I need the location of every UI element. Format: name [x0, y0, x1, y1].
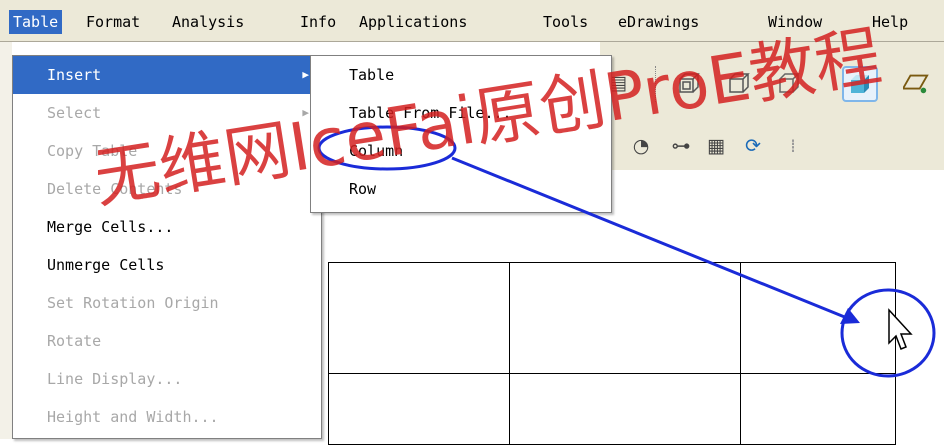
drawing-table[interactable]: [328, 262, 896, 445]
menu-help[interactable]: Help: [868, 10, 912, 34]
menu-item-merge-cells[interactable]: Merge Cells...: [13, 208, 321, 246]
grid-icon[interactable]: ⁞: [780, 133, 806, 159]
table-cell[interactable]: [328, 373, 510, 445]
plane-icon[interactable]: [903, 70, 929, 96]
menu-bar: Table Format Analysis Info Applications …: [0, 0, 944, 42]
table-icon[interactable]: ▦: [703, 133, 729, 159]
insert-submenu: Table Table From File... Column Row: [310, 55, 612, 213]
toolbar-separator: [655, 66, 657, 102]
menu-analysis[interactable]: Analysis: [168, 10, 248, 34]
menu-item-height-width[interactable]: Height and Width...: [13, 398, 321, 436]
regenerate-icon[interactable]: ⟳: [740, 133, 766, 159]
menu-item-set-rotation-origin[interactable]: Set Rotation Origin: [13, 284, 321, 322]
table-cell[interactable]: [328, 262, 510, 374]
menu-item-label: Select: [47, 104, 102, 122]
menu-format[interactable]: Format: [82, 10, 144, 34]
menu-item-insert[interactable]: Insert ▶: [13, 56, 321, 94]
menu-info[interactable]: Info: [296, 10, 340, 34]
menu-item-label: Insert: [47, 66, 102, 84]
tree-icon[interactable]: ⊶: [668, 133, 694, 159]
cube-wireframe-icon[interactable]: [726, 70, 752, 96]
menu-tools[interactable]: Tools: [539, 10, 592, 34]
cube-wireframe-icon[interactable]: [676, 70, 702, 96]
menu-item-line-display[interactable]: Line Display...: [13, 360, 321, 398]
cube-shaded-icon[interactable]: [842, 66, 878, 102]
menu-item-rotate[interactable]: Rotate: [13, 322, 321, 360]
submenu-item-row[interactable]: Row: [311, 170, 611, 208]
menu-item-delete-contents[interactable]: Delete Contents: [13, 170, 321, 208]
menu-item-select[interactable]: Select ▶: [13, 94, 321, 132]
table-menu: Insert ▶ Select ▶ Copy Table Delete Conten…: [12, 55, 322, 439]
menu-item-unmerge-cells[interactable]: Unmerge Cells: [13, 246, 321, 284]
menu-window[interactable]: Window: [764, 10, 826, 34]
menu-edrawings[interactable]: eDrawings: [614, 10, 703, 34]
menu-applications[interactable]: Applications: [355, 10, 471, 34]
table-cell[interactable]: [509, 373, 741, 445]
submenu-item-table-from-file[interactable]: Table From File...: [311, 94, 611, 132]
menu-item-copy-table[interactable]: Copy Table: [13, 132, 321, 170]
menu-table[interactable]: Table: [9, 10, 63, 34]
submenu-item-table[interactable]: Table: [311, 56, 611, 94]
submenu-arrow-icon: ▶: [302, 68, 309, 81]
left-panel-edge: [0, 42, 12, 439]
cube-hidden-icon[interactable]: [776, 70, 802, 96]
display-style-icon[interactable]: ◔: [628, 133, 654, 159]
submenu-item-column[interactable]: Column: [311, 132, 611, 170]
submenu-arrow-icon: ▶: [302, 106, 309, 119]
table-cell[interactable]: [509, 262, 741, 374]
table-cell[interactable]: [740, 373, 896, 445]
table-cell[interactable]: [740, 262, 896, 374]
